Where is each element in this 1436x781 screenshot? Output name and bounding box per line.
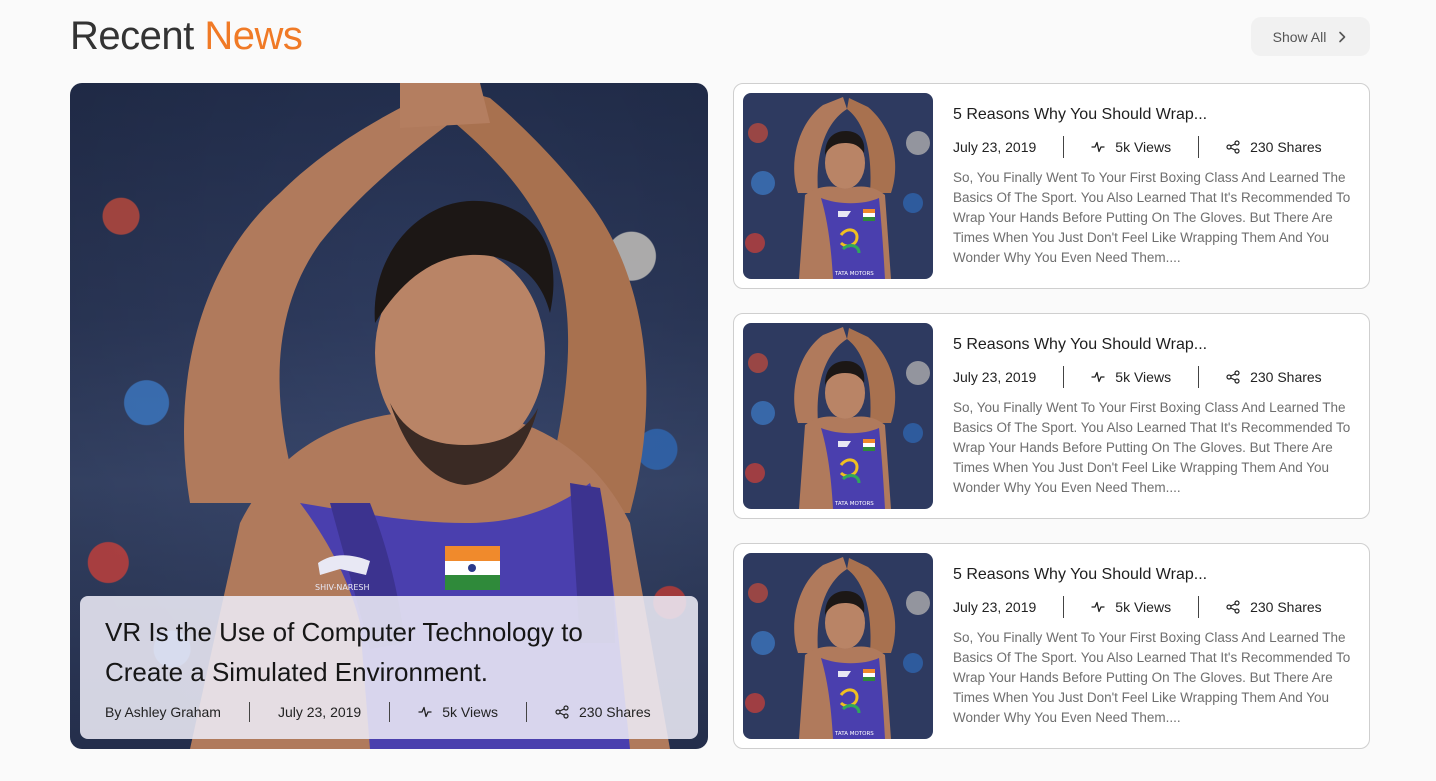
article-card[interactable]: TATA MOTORS 5 Reasons Why You Should Wra… xyxy=(733,543,1370,749)
article-shares-label: 230 Shares xyxy=(1250,369,1322,385)
activity-icon xyxy=(1091,141,1105,153)
article-date: July 23, 2019 xyxy=(953,369,1037,385)
thumbnail-caption: TATA MOTORS xyxy=(834,271,874,277)
share-icon xyxy=(555,705,569,719)
article-views: 5k Views xyxy=(1091,139,1171,155)
thumbnail-image: TATA MOTORS xyxy=(743,93,933,279)
thumbnail-caption: TATA MOTORS xyxy=(834,731,874,737)
meta-divider xyxy=(1198,136,1200,158)
featured-info-panel: VR Is the Use of Computer Technology to … xyxy=(80,596,698,739)
featured-views: 5k Views xyxy=(418,704,498,720)
article-thumbnail[interactable]: TATA MOTORS xyxy=(743,93,933,279)
show-all-label: Show All xyxy=(1272,28,1327,45)
featured-meta: By Ashley Graham July 23, 2019 5k Views … xyxy=(105,702,651,722)
featured-author[interactable]: By Ashley Graham xyxy=(105,704,221,720)
article-thumbnail[interactable]: TATA MOTORS xyxy=(743,553,933,739)
article-date: July 23, 2019 xyxy=(953,599,1037,615)
meta-divider xyxy=(1198,596,1200,618)
thumbnail-caption: TATA MOTORS xyxy=(834,501,874,507)
article-title[interactable]: 5 Reasons Why You Should Wrap... xyxy=(953,106,1207,124)
article-title[interactable]: 5 Reasons Why You Should Wrap... xyxy=(953,566,1207,584)
meta-divider xyxy=(248,702,250,722)
activity-icon xyxy=(1091,371,1105,383)
singlet-brand-text: SHIV-NARESH xyxy=(315,583,370,592)
show-all-button[interactable]: Show All xyxy=(1251,17,1370,56)
article-views-label: 5k Views xyxy=(1115,599,1172,615)
featured-date: July 23, 2019 xyxy=(277,704,362,720)
meta-divider xyxy=(1198,366,1200,388)
article-shares[interactable]: 230 Shares xyxy=(1226,369,1322,385)
article-shares[interactable]: 230 Shares xyxy=(1226,139,1322,155)
featured-shares-label: 230 Shares xyxy=(579,704,651,720)
article-excerpt: So, You Finally Went To Your First Boxin… xyxy=(953,630,1351,725)
article-meta: July 23, 2019 5k Views 230 Shares xyxy=(953,596,1322,618)
meta-divider xyxy=(1063,136,1065,158)
thumbnail-image: TATA MOTORS xyxy=(743,553,933,739)
title-accent: News xyxy=(204,14,303,58)
article-title[interactable]: 5 Reasons Why You Should Wrap... xyxy=(953,336,1207,354)
article-excerpt: So, You Finally Went To Your First Boxin… xyxy=(953,400,1351,495)
thumbnail-image: TATA MOTORS xyxy=(743,323,933,509)
article-meta: July 23, 2019 5k Views 230 Shares xyxy=(953,366,1322,388)
article-views: 5k Views xyxy=(1091,599,1171,615)
article-thumbnail[interactable]: TATA MOTORS xyxy=(743,323,933,509)
title-prefix: Recent xyxy=(70,14,194,58)
featured-views-label: 5k Views xyxy=(442,704,499,720)
article-shares-label: 230 Shares xyxy=(1250,599,1322,615)
article-shares-label: 230 Shares xyxy=(1250,139,1322,155)
share-icon xyxy=(1226,600,1240,614)
article-views-label: 5k Views xyxy=(1115,139,1172,155)
article-date: July 23, 2019 xyxy=(953,139,1037,155)
meta-divider xyxy=(526,702,528,722)
share-icon xyxy=(1226,370,1240,384)
featured-article-card[interactable]: SHIV-NARESH VR Is the Use of Computer Te… xyxy=(70,83,708,749)
meta-divider xyxy=(1063,596,1065,618)
article-card[interactable]: TATA MOTORS 5 Reasons Why You Should Wra… xyxy=(733,313,1370,519)
featured-shares[interactable]: 230 Shares xyxy=(555,704,651,720)
featured-title[interactable]: VR Is the Use of Computer Technology to … xyxy=(105,612,625,692)
meta-divider xyxy=(1063,366,1065,388)
article-excerpt: So, You Finally Went To Your First Boxin… xyxy=(953,170,1351,265)
section-title: Recent News xyxy=(70,14,303,59)
meta-divider xyxy=(389,702,391,722)
activity-icon xyxy=(418,706,432,718)
article-shares[interactable]: 230 Shares xyxy=(1226,599,1322,615)
share-icon xyxy=(1226,140,1240,154)
article-views: 5k Views xyxy=(1091,369,1171,385)
recent-news-section: Recent News Show All SHIV-NARESH VR Is t… xyxy=(0,0,1436,781)
activity-icon xyxy=(1091,601,1105,613)
article-card[interactable]: TATA MOTORS 5 Reasons Why You Should Wra… xyxy=(733,83,1370,289)
article-views-label: 5k Views xyxy=(1115,369,1172,385)
article-meta: July 23, 2019 5k Views 230 Shares xyxy=(953,136,1322,158)
chevron-right-icon xyxy=(1339,31,1346,42)
